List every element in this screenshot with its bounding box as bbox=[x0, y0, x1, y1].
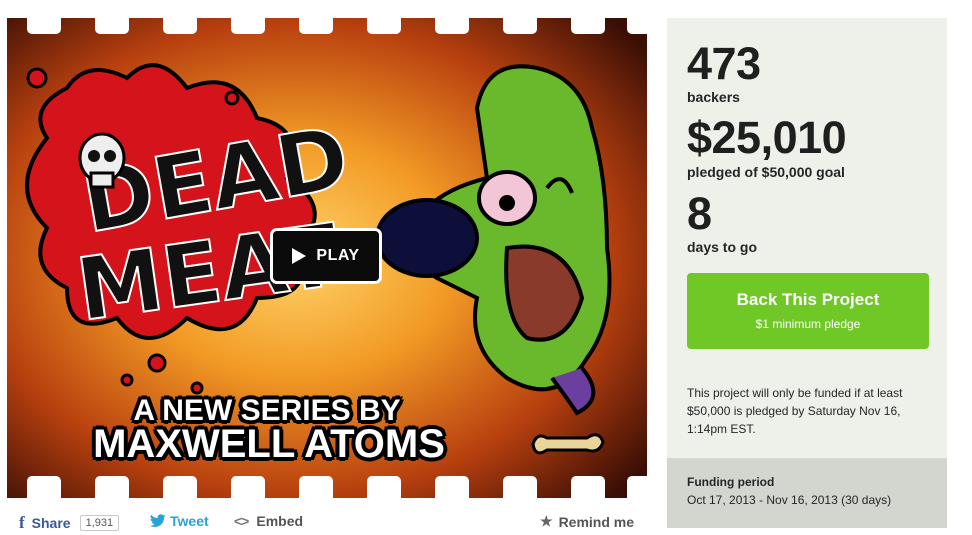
project-stats-sidebar: 473 backers $25,010 pledged of $50,000 g… bbox=[667, 18, 947, 528]
facebook-share-button[interactable]: f Share 1,931 bbox=[19, 513, 120, 533]
star-icon: ★ bbox=[540, 513, 553, 529]
play-icon bbox=[292, 248, 307, 264]
tweet-label: Tweet bbox=[170, 513, 209, 529]
facebook-share-label: Share bbox=[31, 515, 71, 531]
project-video[interactable]: DEAD MEAT A NEW SERIES BY MAXWELL ATOMS … bbox=[7, 18, 647, 498]
video-headline-line2: MAXWELL ATOMS bbox=[93, 422, 445, 466]
funding-period-value: Oct 17, 2013 - Nov 16, 2013 (30 days) bbox=[687, 493, 892, 507]
tweet-button[interactable]: Tweet bbox=[150, 513, 209, 529]
funding-period-label: Funding period bbox=[687, 475, 775, 489]
play-label: PLAY bbox=[316, 247, 360, 264]
backers-count: 473 bbox=[687, 38, 761, 89]
remind-me-button[interactable]: ★ Remind me bbox=[540, 513, 634, 530]
play-button[interactable]: PLAY bbox=[270, 228, 382, 284]
code-icon: <> bbox=[234, 513, 249, 529]
pledged-amount: $25,010 bbox=[687, 112, 847, 163]
embed-button[interactable]: <> Embed bbox=[234, 513, 303, 529]
pledged-label: pledged of $50,000 goal bbox=[687, 164, 845, 180]
funding-period-box: Funding period Oct 17, 2013 - Nov 16, 20… bbox=[667, 458, 947, 528]
back-project-label: Back This Project bbox=[736, 290, 880, 309]
facebook-share-count: 1,931 bbox=[79, 515, 120, 531]
backers-label: backers bbox=[687, 89, 740, 105]
minimum-pledge-label: $1 minimum pledge bbox=[755, 317, 861, 331]
twitter-icon bbox=[150, 514, 166, 527]
days-count: 8 bbox=[687, 188, 712, 239]
funding-notice: This project will only be funded if at l… bbox=[687, 386, 903, 436]
days-label: days to go bbox=[687, 239, 758, 255]
embed-label: Embed bbox=[256, 513, 304, 529]
back-this-project-button[interactable]: Back This Project $1 minimum pledge bbox=[687, 273, 929, 349]
facebook-icon: f bbox=[19, 513, 25, 532]
share-bar: f Share 1,931 Tweet <> Embed ★ Remind me bbox=[7, 505, 647, 535]
remind-me-label: Remind me bbox=[558, 513, 635, 530]
